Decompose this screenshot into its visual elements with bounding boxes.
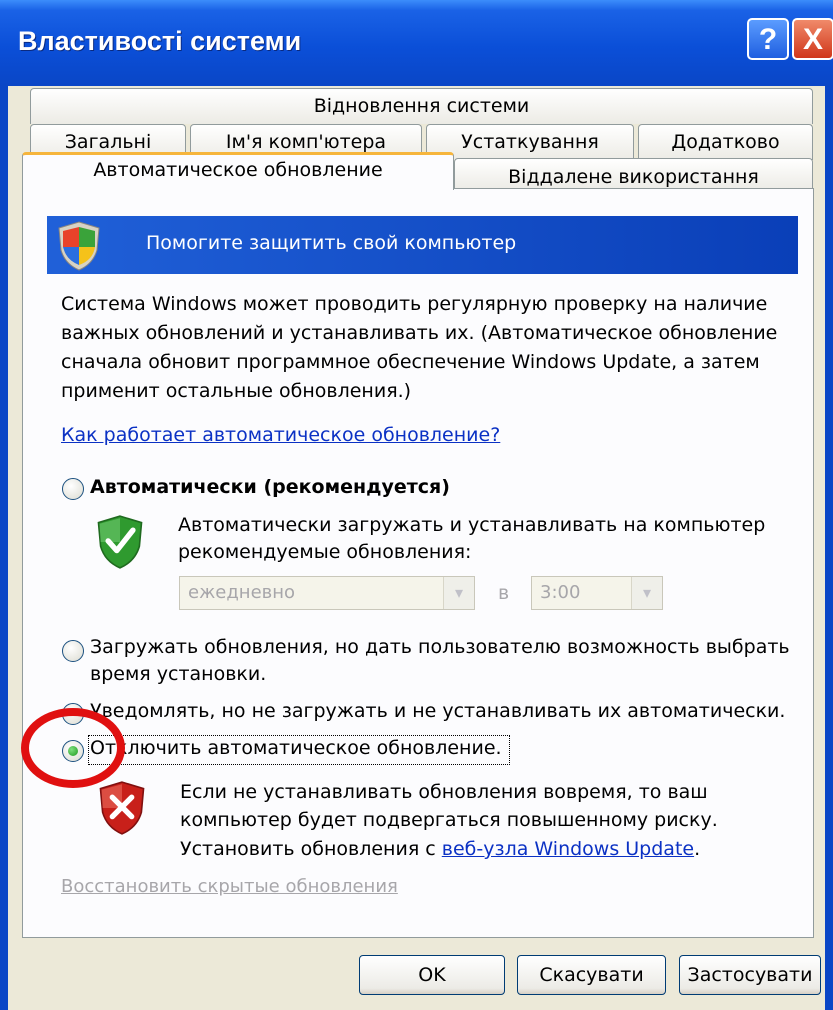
windows-security-shield-icon: [58, 221, 100, 271]
help-icon: ?: [758, 23, 778, 56]
day-select-value: ежедневно: [188, 582, 296, 603]
window-frame-left: [0, 86, 8, 1010]
apply-button[interactable]: Застосувати: [679, 955, 821, 995]
tab-label: Відновлення системи: [313, 95, 530, 117]
chevron-down-icon[interactable]: ▾: [631, 577, 662, 609]
banner-text: Помогите защитить свой компьютер: [146, 232, 517, 254]
tab-automatic-updates[interactable]: Автоматическое обновление: [22, 152, 454, 190]
help-button[interactable]: ?: [747, 18, 789, 60]
description-text: Система Windows может проводить регулярн…: [61, 293, 778, 402]
windows-update-link[interactable]: веб-узла Windows Update: [442, 838, 694, 860]
download-label[interactable]: Загружать обновления, но дать пользовате…: [90, 634, 790, 688]
banner: Помогите защитить свой компьютер: [47, 216, 798, 274]
tab-system-restore[interactable]: Відновлення системи: [30, 88, 813, 124]
install-line: Установить обновления с веб-узла Windows…: [180, 836, 800, 863]
restore-hidden-updates-link: Восстановить скрытые обновления: [61, 876, 398, 897]
tab-label: Ім'я комп'ютера: [225, 131, 387, 153]
automatic-description: Автоматически загружать и устанавливать …: [178, 514, 766, 563]
automatic-label[interactable]: Автоматически (рекомендуется): [90, 474, 450, 501]
time-select-value: 3:00: [540, 582, 581, 603]
turn-off-warning: Если не устанавливать обновления вовремя…: [180, 781, 718, 831]
install-prefix: Установить обновления с: [180, 838, 442, 860]
tab-label: Устаткування: [461, 131, 599, 153]
tab-label: Віддалене використання: [508, 166, 759, 188]
cancel-button[interactable]: Скасувати: [517, 955, 666, 995]
day-select[interactable]: ежедневно ▾: [179, 576, 475, 610]
notify-label[interactable]: Уведомлять, но не загружать и не устанав…: [90, 698, 810, 725]
highlight-circle-annotation: [21, 708, 125, 788]
title-bar[interactable]: Властивості системи ? X: [0, 0, 833, 86]
turn-off-label[interactable]: Отключить автоматическое обновление.: [90, 735, 502, 762]
tab-advanced[interactable]: Додатково: [638, 124, 813, 160]
green-check-shield-icon: [97, 515, 143, 569]
tab-hardware[interactable]: Устаткування: [426, 124, 634, 160]
window-title: Властивості системи: [18, 26, 302, 56]
close-button[interactable]: X: [792, 18, 833, 60]
ok-button[interactable]: OK: [359, 955, 505, 995]
tab-label: Загальні: [64, 131, 152, 153]
time-select[interactable]: 3:00 ▾: [531, 576, 663, 610]
at-label: в: [498, 582, 510, 604]
radio-download-notify[interactable]: [62, 640, 84, 662]
how-it-works-link[interactable]: Как работает автоматическое обновление?: [61, 424, 500, 446]
tab-remote[interactable]: Віддалене використання: [454, 158, 813, 190]
tab-label: Автоматическое обновление: [93, 159, 383, 181]
close-icon: X: [802, 23, 823, 56]
chevron-down-icon[interactable]: ▾: [443, 577, 474, 609]
automatic-label-text: Автоматически (рекомендуется): [90, 476, 450, 498]
radio-automatic[interactable]: [62, 478, 84, 500]
window-frame-right: [825, 86, 833, 1010]
system-properties-window: Властивості системи ? X Відновлення сист…: [0, 0, 833, 1010]
tab-label: Додатково: [671, 131, 780, 153]
install-suffix: .: [694, 838, 701, 860]
